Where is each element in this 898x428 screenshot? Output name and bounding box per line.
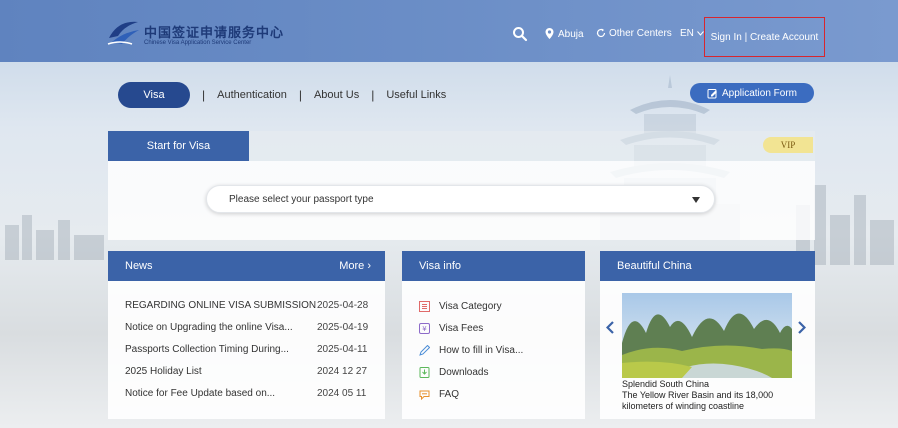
dropdown-caret-icon [692,197,700,203]
sign-in-create-account-link[interactable]: Sign In | Create Account [711,32,819,43]
language-selector[interactable]: EN [680,28,704,39]
chevron-down-icon [696,31,704,36]
nav-separator: | [202,88,206,102]
fees-icon: ¥ [419,323,430,334]
carousel-prev-icon[interactable] [606,321,614,334]
news-item-date: 2024 05 11 [317,388,367,399]
site-logo[interactable]: 中国签证申请服务中心 Chinese Visa Application Serv… [106,18,286,52]
tab-visa[interactable]: Visa [118,82,190,108]
svg-text:¥: ¥ [422,325,427,333]
news-item-date: 2025-04-19 [317,322,369,333]
vip-badge[interactable]: VIP [763,137,813,153]
tab-authentication[interactable]: Authentication [217,89,287,101]
news-header: News More › [108,251,385,281]
news-item-title: Notice on Upgrading the online Visa... [125,322,293,333]
visa-info-item-label: FAQ [439,389,460,400]
logo-english-text: Chinese Visa Application Service Center [144,40,252,46]
nav-separator: | [298,88,302,102]
beautiful-china-header: Beautiful China [600,251,815,281]
visa-info-item-downloads[interactable]: Downloads [419,367,488,378]
search-icon[interactable] [512,26,528,42]
tab-useful-links[interactable]: Useful Links [386,89,446,101]
carousel-next-icon[interactable] [798,321,806,334]
landscape-photo[interactable] [622,293,792,378]
visa-info-item-label: Visa Category [439,301,502,312]
visa-info-item-faq[interactable]: FAQ [419,389,459,400]
start-for-visa-tab[interactable]: Start for Visa [108,131,249,161]
news-item-title: Notice for Fee Update based on... [125,388,276,399]
location-pin-icon [545,28,554,39]
language-label: EN [680,28,694,39]
application-form-button[interactable]: Application Form [690,83,814,103]
news-item-date: 2025-04-11 [317,344,368,355]
visa-info-title: Visa info [419,260,461,272]
city-silhouette-left [5,215,104,260]
other-centers-label: Other Centers [609,28,672,39]
visa-info-item-label: How to fill in Visa... [439,345,524,356]
caption-text: The Yellow River Basin and its 18,000 ki… [622,390,774,411]
main-nav: Visa | Authentication | About Us | Usefu… [118,82,446,108]
news-item-title: REGARDING ONLINE VISA SUBMISSION [125,300,317,311]
tab-about-us[interactable]: About Us [314,89,359,101]
news-item-title: Passports Collection Timing During... [125,344,289,355]
category-icon [419,301,430,312]
news-item-date: 2025-04-28 [317,300,369,311]
current-location[interactable]: Abuja [545,28,584,40]
news-panel: News More › REGARDING ONLINE VISA SUBMIS… [108,251,385,419]
beautiful-china-panel: Beautiful China Splendid South China The… [600,251,815,419]
nav-separator: | [371,88,375,102]
form-edit-icon [707,88,717,98]
faq-icon [419,390,430,400]
passport-type-select[interactable]: Please select your passport type [206,185,715,213]
logo-chinese-text: 中国签证申请服务中心 [144,26,285,41]
top-header: 中国签证申请服务中心 Chinese Visa Application Serv… [0,0,898,62]
beautiful-china-title: Beautiful China [617,260,692,272]
visa-info-panel: Visa info Visa Category ¥ Visa Fees How … [402,251,585,419]
visa-info-item-fees[interactable]: ¥ Visa Fees [419,323,483,334]
news-item-title: 2025 Holiday List [125,366,202,377]
visa-info-item-label: Visa Fees [439,323,484,334]
visa-info-item-label: Downloads [439,367,489,378]
news-title: News [125,260,153,272]
sign-in-highlight: Sign In | Create Account [704,17,825,57]
other-centers-link[interactable]: Other Centers [596,28,672,39]
caption-title: Splendid South China [622,379,710,389]
pen-icon [419,345,430,356]
visa-info-header: Visa info [402,251,585,281]
logo-mark-icon [107,21,139,45]
visa-info-item-how-to-fill[interactable]: How to fill in Visa... [419,345,523,356]
location-label: Abuja [558,29,584,40]
news-more-link[interactable]: More › [339,260,371,272]
visa-info-item-category[interactable]: Visa Category [419,301,502,312]
news-more-label: More [339,260,365,272]
passport-type-placeholder: Please select your passport type [229,194,374,205]
carousel-caption: Splendid South China The Yellow River Ba… [622,379,812,412]
download-icon [419,367,430,378]
news-item-date: 2024 12 27 [317,366,368,377]
refresh-icon [596,28,606,38]
application-form-label: Application Form [721,87,798,99]
